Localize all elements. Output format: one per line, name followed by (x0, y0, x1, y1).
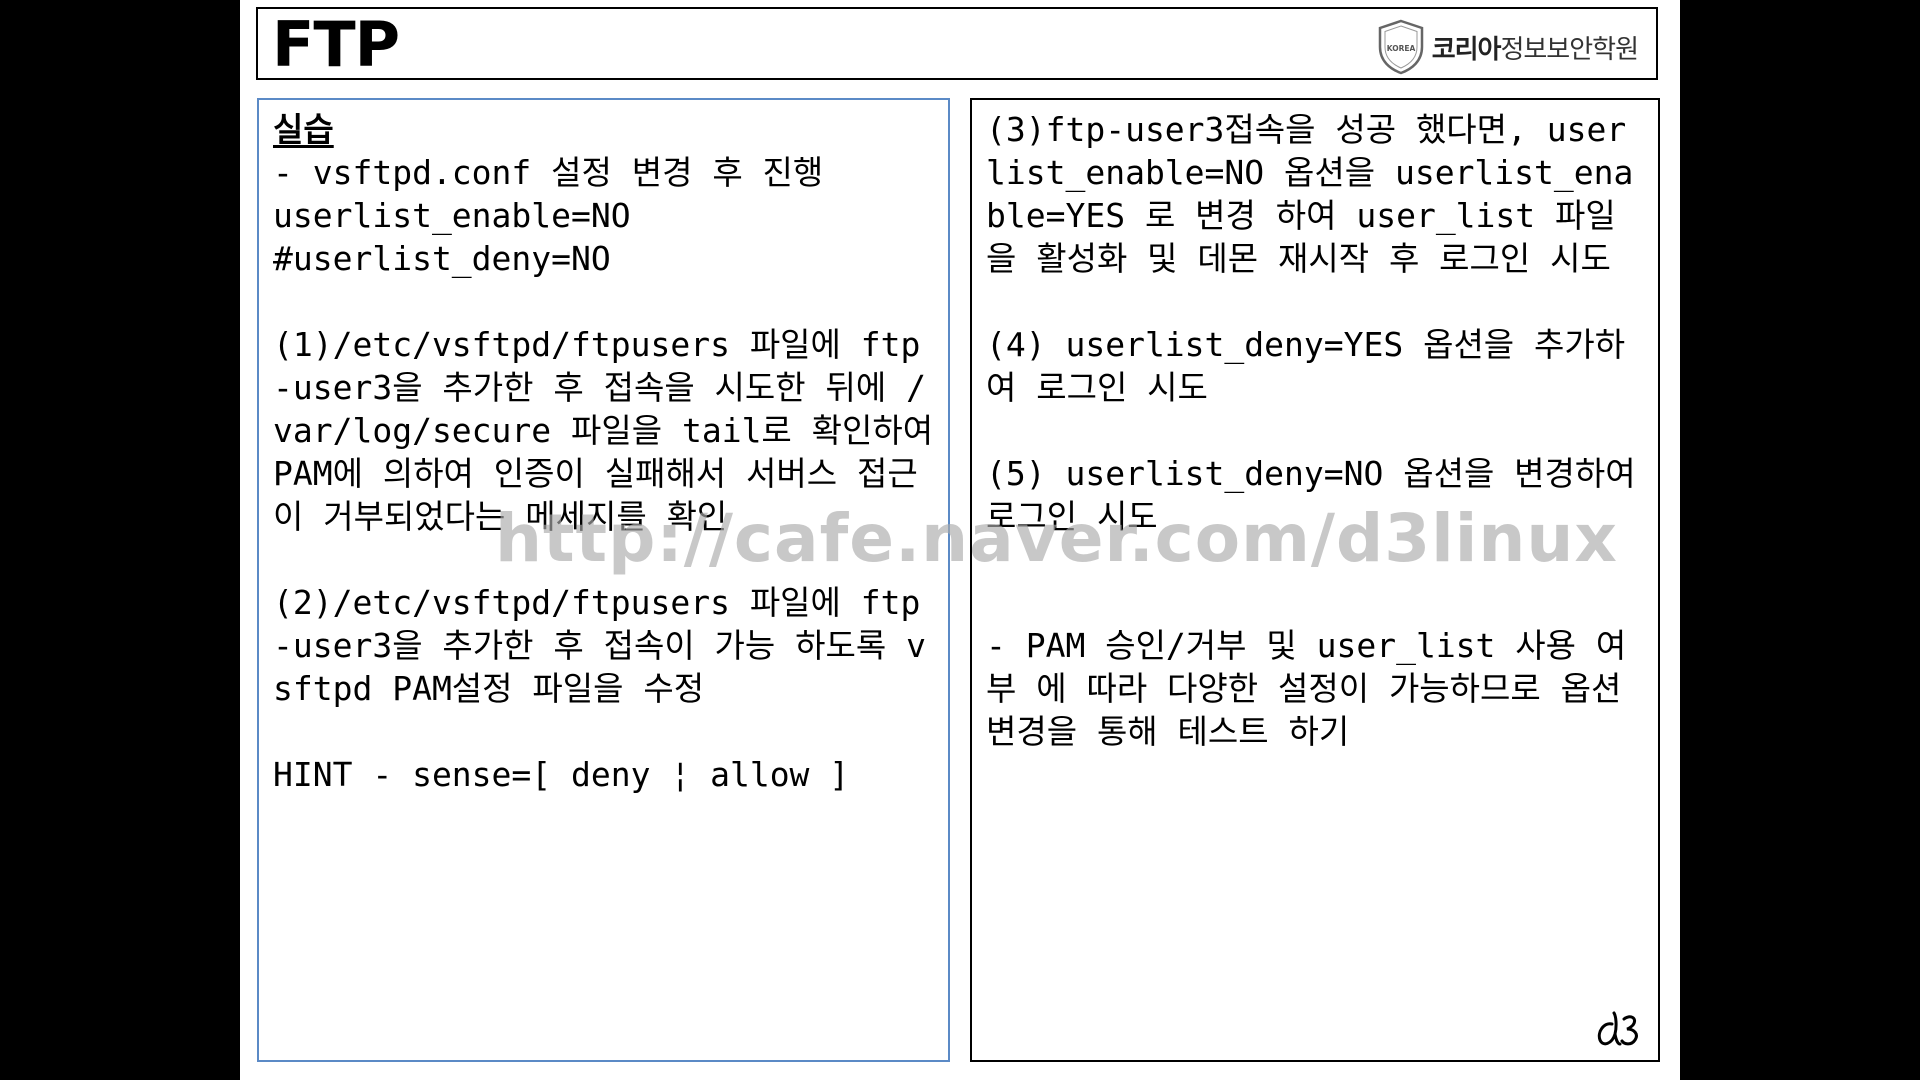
brand-name-rest: 정보보안학원 (1500, 34, 1639, 65)
slide-title: FTP (272, 8, 400, 81)
left-line: #userlist_deny=NO (273, 239, 611, 278)
right-line (986, 538, 1644, 581)
left-panel: 실습 - vsftpd.conf 설정 변경 후 진행 userlist_ena… (257, 98, 950, 1062)
header-bar: FTP KOREA 코리아정보보안학원 (256, 7, 1658, 80)
right-line: - PAM 승인/거부 및 user_list 사용 여부 에 따라 다양한 설… (986, 626, 1642, 751)
slide: FTP KOREA 코리아정보보안학원 실습 - vsftpd.conf 설정 … (240, 0, 1680, 1080)
brand-name-bold: 코리아 (1431, 34, 1502, 65)
brand-logo: KOREA 코리아정보보안학원 (1376, 19, 1639, 75)
right-line: (5) userlist_deny=NO 옵션을 변경하여 로그인 시도 (986, 454, 1656, 536)
right-line (986, 409, 1644, 452)
left-line: (1)/etc/vsftpd/ftpusers 파일에 ftp-user3을 추… (273, 325, 953, 536)
left-line: (2)/etc/vsftpd/ftpusers 파일에 ftp-user3을 추… (273, 583, 926, 708)
right-line: (4) userlist_deny=YES 옵션을 추가하여 로그인 시도 (986, 325, 1626, 407)
right-line (986, 280, 1644, 323)
shield-label: KOREA (1386, 44, 1415, 53)
right-line (986, 581, 1644, 624)
brand-name: 코리아정보보안학원 (1431, 29, 1639, 66)
left-line: - vsftpd.conf 설정 변경 후 진행 (273, 153, 824, 192)
left-line (273, 280, 934, 323)
right-line: (3)ftp-user3접속을 성공 했다면, userlist_enable=… (986, 110, 1634, 278)
signature-mark (1597, 1011, 1638, 1046)
left-line: userlist_enable=NO (273, 196, 631, 235)
left-line (273, 710, 934, 753)
practice-heading: 실습 (273, 110, 334, 149)
right-panel: (3)ftp-user3접속을 성공 했다면, userlist_enable=… (970, 98, 1660, 1062)
shield-icon: KOREA (1378, 19, 1423, 75)
left-line (273, 538, 934, 581)
left-line: HINT - sense=[ deny ¦ allow ] (273, 755, 850, 794)
